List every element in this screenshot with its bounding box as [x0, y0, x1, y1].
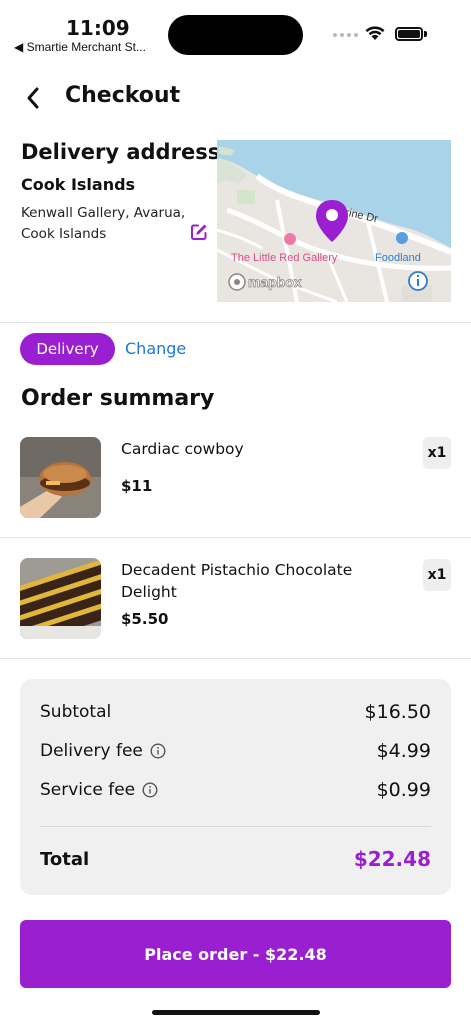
back-to-app-link[interactable]: ◀ Smartie Merchant St... — [14, 40, 146, 54]
gallery-poi-icon — [284, 233, 296, 245]
mapbox-logo: mapbox — [228, 273, 302, 291]
address-text: Kenwall Gallery, Avarua, Cook Islands — [21, 203, 196, 245]
item-price: $5.50 — [121, 610, 169, 628]
dynamic-island — [168, 15, 303, 55]
total-label: Total — [40, 849, 90, 870]
item-image-burger — [20, 437, 101, 518]
subtotal-value: $16.50 — [364, 701, 431, 723]
map-poi-foodland: Foodland — [375, 252, 421, 264]
header: Checkout — [0, 78, 471, 118]
item-price: $11 — [121, 477, 153, 495]
status-time: 11:09 — [66, 16, 130, 40]
item-quantity: x1 — [423, 437, 451, 469]
map-info-icon[interactable] — [408, 271, 428, 291]
wifi-icon — [365, 26, 385, 40]
status-bar: 11:09 ◀ Smartie Merchant St... — [0, 0, 471, 70]
battery-icon — [395, 27, 423, 41]
summary-divider — [40, 826, 431, 827]
total-value: $22.48 — [353, 847, 431, 871]
item-name: Cardiac cowboy — [121, 440, 244, 458]
edit-address-button[interactable] — [189, 222, 209, 242]
address-line-2: Cook Islands — [21, 226, 107, 242]
delivery-mode-chip[interactable]: Delivery — [20, 333, 115, 365]
place-order-button[interactable]: Place order - $22.48 — [20, 920, 451, 988]
address-name: Cook Islands — [21, 175, 136, 194]
divider — [0, 322, 471, 323]
map-poi-gallery: The Little Red Gallery — [231, 252, 338, 264]
cellular-signal-icon — [333, 33, 358, 37]
shop-poi-icon — [396, 232, 408, 244]
service-fee-label: Service fee — [40, 780, 158, 800]
location-map[interactable]: rine Dr The Little Red Gallery Foodland … — [217, 140, 451, 302]
delivery-fee-info-icon[interactable] — [150, 743, 166, 759]
delivery-fee-label: Delivery fee — [40, 741, 166, 761]
price-summary-card: Subtotal $16.50 Delivery fee $4.99 Servi… — [20, 679, 451, 895]
divider — [0, 537, 471, 538]
edit-icon — [191, 224, 207, 240]
chevron-left-icon — [27, 87, 39, 109]
service-fee-info-icon[interactable] — [142, 782, 158, 798]
back-button[interactable] — [18, 82, 48, 114]
delivery-address-heading: Delivery address — [21, 140, 221, 164]
subtotal-label: Subtotal — [40, 702, 112, 722]
item-image-cake — [20, 558, 101, 639]
mapbox-wordmark: mapbox — [248, 274, 302, 290]
service-fee-value: $0.99 — [376, 779, 431, 801]
order-summary-title: Order summary — [21, 386, 215, 411]
home-indicator — [152, 1010, 320, 1015]
item-name: Decadent Pistachio Chocolate Delight — [121, 561, 353, 601]
page-title: Checkout — [65, 83, 181, 108]
address-line-1: Kenwall Gallery, Avarua, — [21, 205, 186, 221]
item-quantity: x1 — [423, 559, 451, 591]
divider — [0, 658, 471, 659]
delivery-fee-value: $4.99 — [376, 740, 431, 762]
change-delivery-mode-link[interactable]: Change — [125, 339, 186, 358]
